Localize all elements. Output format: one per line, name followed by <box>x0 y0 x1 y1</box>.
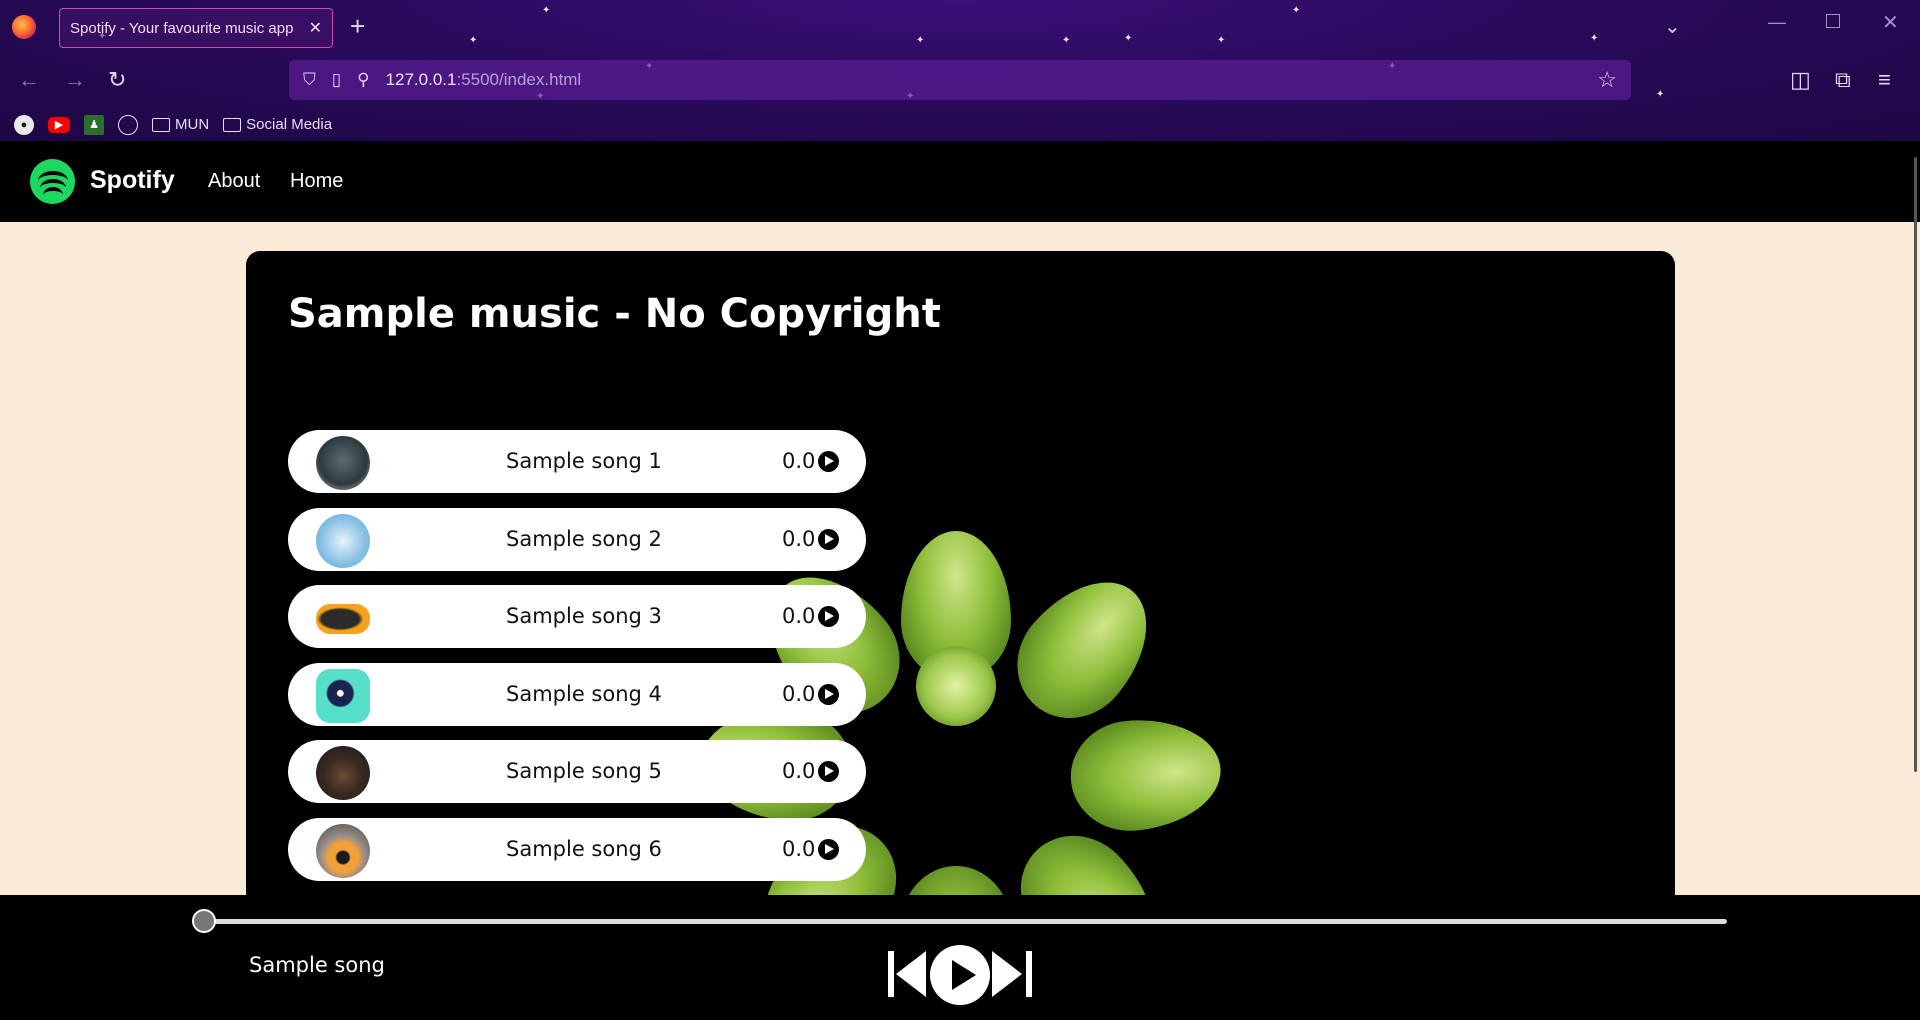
song-name: Sample song 6 <box>506 837 662 861</box>
play-pause-icon[interactable] <box>930 945 990 1005</box>
song-cover-image <box>316 746 370 800</box>
page-icon: ▯ <box>331 70 342 89</box>
url-path: :5500/index.html <box>456 70 582 89</box>
url-host: 127.0.0.1 <box>385 70 457 89</box>
play-icon[interactable] <box>818 839 839 860</box>
permissions-icon[interactable]: ⚲ <box>357 70 369 90</box>
tab-bar: Spotify - Your favourite music app ✕ + ⌄… <box>0 0 1920 54</box>
youtube-icon[interactable]: ▶ <box>48 116 70 133</box>
previous-icon[interactable] <box>888 951 928 997</box>
folder-icon <box>223 117 242 132</box>
bookmarks-toolbar: ● ▶ ♟ MUN Social Media <box>0 108 1920 141</box>
minimize-icon[interactable]: — <box>1768 12 1786 33</box>
chess-icon[interactable]: ♟ <box>84 114 104 135</box>
song-cover-image <box>316 669 370 723</box>
song-name: Sample song 5 <box>506 759 662 783</box>
site-navbar: Spotify About Home <box>0 141 1920 772</box>
menu-icon[interactable]: ≡ <box>1878 68 1891 92</box>
shield-icon[interactable]: ⛉ <box>303 70 316 90</box>
song-cover-image <box>316 824 370 878</box>
navigation-toolbar: ← → ↻ ⛉ ▯ ⚲ 127.0.0.1 :5500/index.html ☆… <box>0 54 1920 108</box>
nav-link-about[interactable]: About <box>208 170 260 193</box>
globe-icon[interactable] <box>118 114 138 135</box>
song-duration: 0.0 <box>782 759 816 783</box>
play-icon[interactable] <box>818 761 839 782</box>
scrollbar[interactable] <box>1914 157 1917 772</box>
github-icon[interactable]: ● <box>14 114 34 135</box>
play-icon[interactable] <box>818 684 839 705</box>
song-duration: 0.0 <box>782 527 816 551</box>
song-cover-image <box>316 604 370 634</box>
next-icon[interactable] <box>992 951 1032 997</box>
song-item[interactable]: Sample song 1 0.0 <box>288 430 866 493</box>
song-item[interactable]: Sample song 3 0.0 <box>288 585 866 648</box>
song-item[interactable]: Sample song 5 0.0 <box>288 740 866 803</box>
tab-active[interactable]: Spotify - Your favourite music app ✕ <box>59 8 333 48</box>
now-playing-title: Sample song <box>249 953 385 977</box>
new-tab-icon[interactable]: + <box>350 13 365 39</box>
song-name: Sample song 2 <box>506 527 662 551</box>
bookmark-label: MUN <box>175 116 210 133</box>
song-duration: 0.0 <box>782 604 816 628</box>
firefox-logo-icon <box>12 15 36 39</box>
song-list-container: Sample music - No Copyright Sample song … <box>246 251 1675 951</box>
song-item[interactable]: Sample song 2 0.0 <box>288 508 866 571</box>
close-tab-icon[interactable]: ✕ <box>309 18 322 38</box>
progress-bar[interactable] <box>192 909 1727 933</box>
bookmark-folder-mun[interactable]: MUN <box>152 116 209 133</box>
play-icon[interactable] <box>818 451 839 472</box>
play-icon[interactable] <box>818 606 839 627</box>
pocket-icon[interactable]: ◫ <box>1790 68 1811 92</box>
bottom-player: Sample song <box>0 895 1920 1020</box>
forward-icon[interactable]: → <box>64 68 86 92</box>
page-viewport: Spotify About Home Sample music - No Cop… <box>0 141 1920 1020</box>
spotify-logo-icon[interactable] <box>30 159 75 204</box>
close-window-icon[interactable]: ✕ <box>1882 10 1899 35</box>
song-name: Sample song 1 <box>506 449 662 473</box>
song-cover-image <box>316 514 370 568</box>
play-icon[interactable] <box>818 529 839 550</box>
bookmark-folder-social-media[interactable]: Social Media <box>223 116 332 133</box>
song-duration: 0.0 <box>782 449 816 473</box>
song-cover-image <box>316 436 370 490</box>
restore-icon[interactable] <box>1826 14 1840 28</box>
nav-link-home[interactable]: Home <box>290 170 343 193</box>
folder-icon <box>152 117 170 132</box>
song-name: Sample song 4 <box>506 682 662 706</box>
address-bar[interactable]: ⛉ ▯ ⚲ 127.0.0.1 :5500/index.html ☆ <box>289 60 1631 100</box>
song-name: Sample song 3 <box>506 604 662 628</box>
browser-chrome: ✦ ✦ ✦ ✦ ✦ ✦ ✦ ✦ ✦ ✦ ✦ ✦ ✦ ✦ Spotify - Yo… <box>0 0 1920 141</box>
list-all-tabs-icon[interactable]: ⌄ <box>1664 14 1681 39</box>
song-item[interactable]: Sample song 6 0.0 <box>288 818 866 881</box>
extensions-icon[interactable]: ⧉ <box>1835 68 1851 92</box>
brand-name[interactable]: Spotify <box>90 166 175 195</box>
back-icon[interactable]: ← <box>18 68 40 92</box>
bookmark-star-icon[interactable]: ☆ <box>1597 67 1617 93</box>
song-duration: 0.0 <box>782 837 816 861</box>
bookmark-label: Social Media <box>246 116 333 133</box>
tab-title: Spotify - Your favourite music app <box>70 19 294 37</box>
song-item[interactable]: Sample song 4 0.0 <box>288 663 866 726</box>
song-duration: 0.0 <box>782 682 816 706</box>
reload-icon[interactable]: ↻ <box>108 68 126 92</box>
playback-controls <box>884 945 1034 1005</box>
page-title: Sample music - No Copyright <box>288 291 941 337</box>
progress-thumb[interactable] <box>192 909 216 933</box>
